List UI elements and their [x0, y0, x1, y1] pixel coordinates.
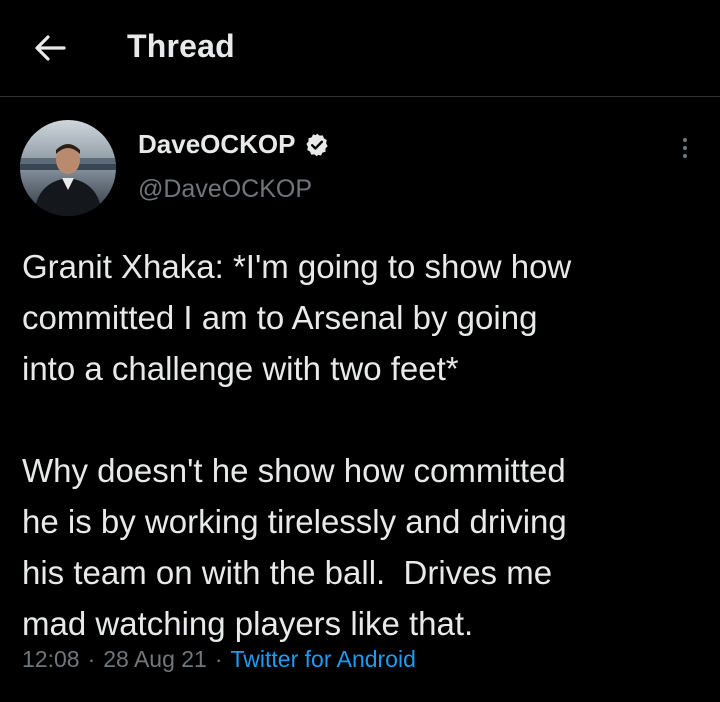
tweet-date[interactable]: 28 Aug 21 — [103, 646, 207, 673]
more-options-button[interactable] — [670, 133, 700, 163]
tweet-time[interactable]: 12:08 — [22, 646, 80, 673]
tweet-text-paragraph-2: Why doesn't he show how committed he is … — [22, 452, 567, 642]
author-handle[interactable]: @DaveOCKOP — [138, 175, 312, 204]
tweet-source-link[interactable]: Twitter for Android — [231, 646, 416, 673]
avatar-photo — [20, 120, 116, 216]
tweet: DaveOCKOP @DaveOCKOP Granit Xhaka: *I'm … — [0, 97, 720, 702]
tweet-text-paragraph-1: Granit Xhaka: *I'm going to show how com… — [22, 248, 572, 387]
author-display-name: DaveOCKOP — [138, 129, 296, 159]
meta-separator: · — [214, 646, 223, 672]
more-vertical-icon — [683, 138, 687, 142]
avatar[interactable] — [20, 120, 116, 216]
top-bar: Thread — [0, 0, 720, 97]
tweet-meta: 12:08 · 28 Aug 21 · Twitter for Android — [22, 646, 416, 673]
arrow-left-icon — [35, 35, 66, 61]
meta-separator: · — [87, 646, 96, 672]
back-button[interactable] — [30, 30, 70, 66]
verified-badge-icon — [304, 132, 330, 158]
page-title: Thread — [127, 28, 235, 64]
tweet-text: Granit Xhaka: *I'm going to show how com… — [22, 241, 702, 649]
author-name-row[interactable]: DaveOCKOP — [138, 129, 330, 160]
